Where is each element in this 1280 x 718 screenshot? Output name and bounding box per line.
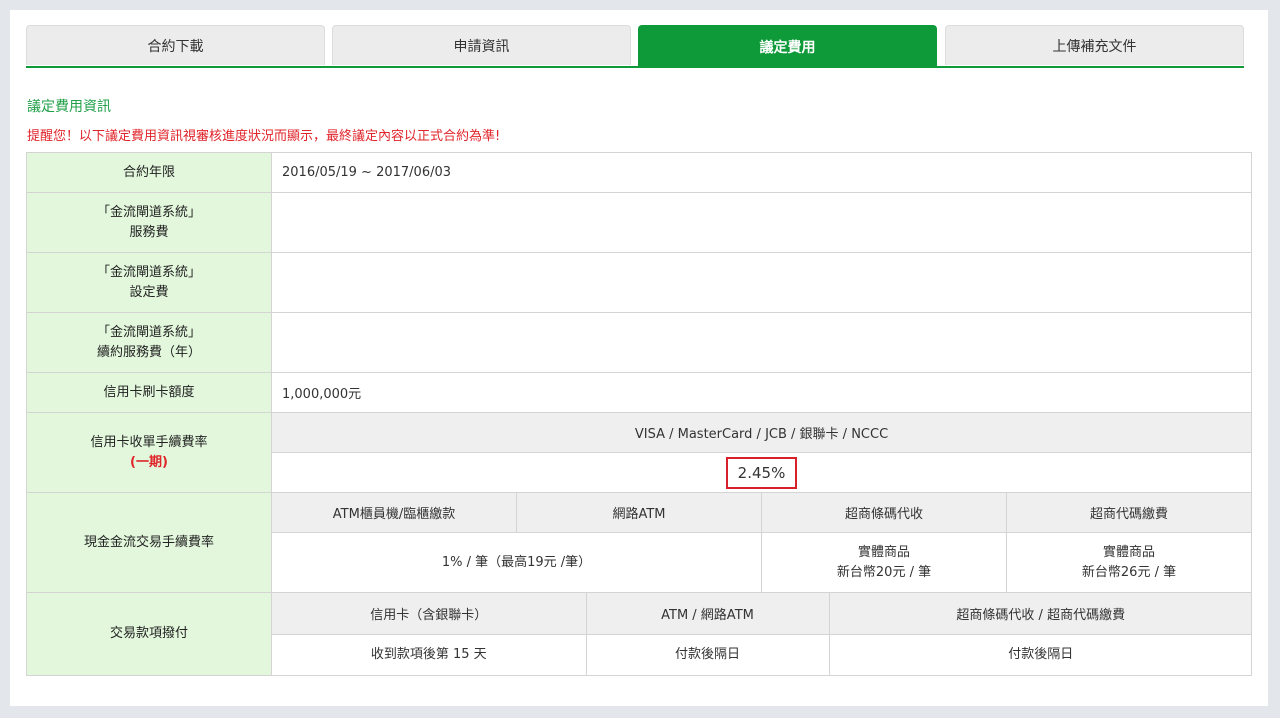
gateway-renewal-fee-label: 「金流閘道系統」 續約服務費（年） xyxy=(26,312,272,373)
card-fee-rate-label: 信用卡收單手續費率 (一期) xyxy=(26,412,272,493)
tab-contract-download[interactable]: 合約下載 xyxy=(26,25,325,65)
label-line: 「金流閘道系統」 xyxy=(96,204,201,220)
period-note: (一期) xyxy=(130,454,168,470)
table-row: 收到款項後第 15 天 付款後隔日 付款後隔日 xyxy=(272,633,1252,675)
settlement-label: 交易款項撥付 xyxy=(26,592,272,676)
gateway-service-fee-label: 「金流閘道系統」 服務費 xyxy=(26,192,272,253)
settlement-cell: 信用卡（含銀聯卡） ATM / 網路ATM 超商條碼代收 / 超商代碼繳費 收到… xyxy=(270,592,1253,676)
table-row: 信用卡（含銀聯卡） ATM / 網路ATM 超商條碼代收 / 超商代碼繳費 xyxy=(272,593,1252,635)
code-fee-value: 實體商品 新台幣26元 / 筆 xyxy=(1005,532,1253,593)
tab-bar: 合約下載 申請資訊 議定費用 上傳補充文件 xyxy=(26,25,1244,67)
gateway-setup-fee-label: 「金流閘道系統」 設定費 xyxy=(26,252,272,313)
table-row: 「金流閘道系統」 服務費 xyxy=(26,192,1253,253)
tab-application-info[interactable]: 申請資訊 xyxy=(332,25,631,65)
gateway-renewal-fee-value xyxy=(270,312,1253,373)
label-line: 設定費 xyxy=(129,284,169,300)
credit-limit-label: 信用卡刷卡額度 xyxy=(26,372,272,413)
settlement-value-atm: 付款後隔日 xyxy=(585,633,830,675)
fee-line: 實體商品 xyxy=(857,544,910,560)
label-line: 信用卡收單手續費率 xyxy=(90,434,208,450)
table-row: 信用卡收單手續費率 (一期) VISA / MasterCard / JCB /… xyxy=(26,412,1253,493)
label-line: 「金流閘道系統」 xyxy=(96,324,201,340)
card-fee-rate-cell: 2.45% xyxy=(270,452,1253,493)
card-fee-rate-value: 2.45% xyxy=(725,456,798,489)
cash-header-store-barcode: 超商條碼代收 xyxy=(761,492,1007,533)
tab-upload-documents[interactable]: 上傳補充文件 xyxy=(945,25,1244,65)
settlement-header-store: 超商條碼代收 / 超商代碼繳費 xyxy=(828,593,1252,635)
table-row: 現金金流交易手續費率 ATM櫃員機/臨櫃繳款 網路ATM 超商條碼代收 超商代碼… xyxy=(26,492,1253,593)
fee-table: 合約年限 2016/05/19 ~ 2017/06/03 「金流閘道系統」 服務… xyxy=(26,152,1253,676)
fee-panel: 合約下載 申請資訊 議定費用 上傳補充文件 議定費用資訊 提醒您！以下議定費用資… xyxy=(10,10,1268,706)
notice-text: 提醒您！以下議定費用資訊視審核進度狀況而顯示，最終議定內容以正式合約為準! xyxy=(27,129,501,144)
settlement-value-card: 收到款項後第 15 天 xyxy=(272,633,587,675)
cash-header-atm-counter: ATM櫃員機/臨櫃繳款 xyxy=(271,492,517,533)
cash-header-web-atm: 網路ATM xyxy=(516,492,762,533)
contract-period-value: 2016/05/19 ~ 2017/06/03 xyxy=(270,152,1253,193)
gateway-setup-fee-value xyxy=(270,252,1253,313)
settlement-value-store: 付款後隔日 xyxy=(828,633,1252,675)
table-row: 合約年限 2016/05/19 ~ 2017/06/03 xyxy=(26,152,1253,193)
atm-fee-value: 1% / 筆（最高19元 /筆） xyxy=(271,532,762,593)
contract-period-label: 合約年限 xyxy=(26,152,272,193)
table-row: 「金流閘道系統」 續約服務費（年） xyxy=(26,312,1253,373)
fee-line: 實體商品 xyxy=(1103,544,1156,560)
fee-line: 新台幣20元 / 筆 xyxy=(836,564,932,580)
gateway-service-fee-value xyxy=(270,192,1253,253)
label-line: 「金流閘道系統」 xyxy=(96,264,201,280)
tab-agreed-fees[interactable]: 議定費用 xyxy=(638,25,937,67)
table-row: 「金流閘道系統」 設定費 xyxy=(26,252,1253,313)
cash-header-store-code: 超商代碼繳費 xyxy=(1005,492,1253,533)
settlement-header-card: 信用卡（含銀聯卡） xyxy=(272,593,587,635)
settlement-header-atm: ATM / 網路ATM xyxy=(585,593,830,635)
cash-fee-rate-label: 現金金流交易手續費率 xyxy=(26,492,272,593)
table-row: 信用卡刷卡額度 1,000,000元 xyxy=(26,372,1253,413)
card-networks-header: VISA / MasterCard / JCB / 銀聯卡 / NCCC xyxy=(270,412,1253,453)
section-title: 議定費用資訊 xyxy=(27,99,111,115)
barcode-fee-value: 實體商品 新台幣20元 / 筆 xyxy=(761,532,1007,593)
table-row: 交易款項撥付 信用卡（含銀聯卡） ATM / 網路ATM 超商條碼代收 / 超商… xyxy=(26,592,1253,676)
credit-limit-value: 1,000,000元 xyxy=(270,372,1253,413)
label-line: 續約服務費（年） xyxy=(96,344,201,360)
tab-underline xyxy=(26,66,1244,68)
settlement-table: 信用卡（含銀聯卡） ATM / 網路ATM 超商條碼代收 / 超商代碼繳費 收到… xyxy=(272,593,1252,675)
label-line: 服務費 xyxy=(129,224,169,240)
fee-line: 新台幣26元 / 筆 xyxy=(1081,564,1177,580)
